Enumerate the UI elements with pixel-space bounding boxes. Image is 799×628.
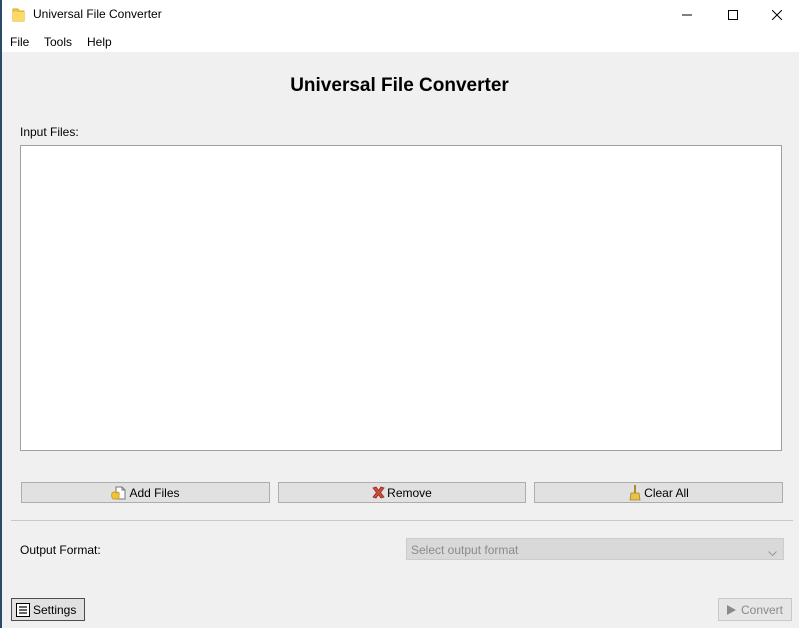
remove-label: Remove — [387, 485, 432, 500]
clear-all-button[interactable]: Clear All — [534, 482, 783, 503]
chevron-down-icon — [768, 546, 777, 560]
menu-file[interactable]: File — [10, 35, 29, 49]
maximize-icon — [728, 10, 738, 20]
remove-icon — [372, 486, 385, 499]
window-title: Universal File Converter — [33, 7, 162, 21]
clear-all-label: Clear All — [644, 485, 689, 500]
divider — [11, 520, 793, 521]
convert-button[interactable]: Convert — [718, 598, 792, 621]
input-files-label: Input Files: — [20, 125, 79, 139]
page-title: Universal File Converter — [290, 75, 509, 96]
minimize-icon — [682, 14, 692, 16]
close-button[interactable] — [754, 0, 799, 30]
output-format-select[interactable]: Select output format — [406, 538, 784, 560]
title-bar[interactable]: Universal File Converter — [2, 0, 799, 30]
menu-bar: File Tools Help — [2, 30, 799, 52]
add-file-icon — [111, 485, 127, 501]
output-format-placeholder: Select output format — [411, 543, 519, 557]
remove-button[interactable]: Remove — [278, 482, 526, 503]
maximize-button[interactable] — [710, 0, 756, 30]
minimize-button[interactable] — [664, 0, 710, 30]
add-files-label: Add Files — [129, 485, 180, 500]
play-icon — [726, 604, 736, 615]
settings-list-icon — [16, 602, 30, 617]
convert-label: Convert — [740, 602, 784, 617]
input-file-list[interactable] — [20, 145, 782, 451]
menu-help[interactable]: Help — [87, 35, 112, 49]
broom-icon — [628, 484, 642, 501]
settings-button[interactable]: Settings — [11, 598, 85, 621]
add-files-button[interactable]: Add Files — [21, 482, 270, 503]
menu-tools[interactable]: Tools — [44, 35, 72, 49]
app-window: Universal File Converter File Tools Help… — [0, 0, 799, 628]
settings-label: Settings — [33, 602, 77, 617]
folder-icon — [12, 7, 25, 22]
output-format-label: Output Format: — [20, 543, 101, 557]
close-icon — [772, 10, 782, 20]
